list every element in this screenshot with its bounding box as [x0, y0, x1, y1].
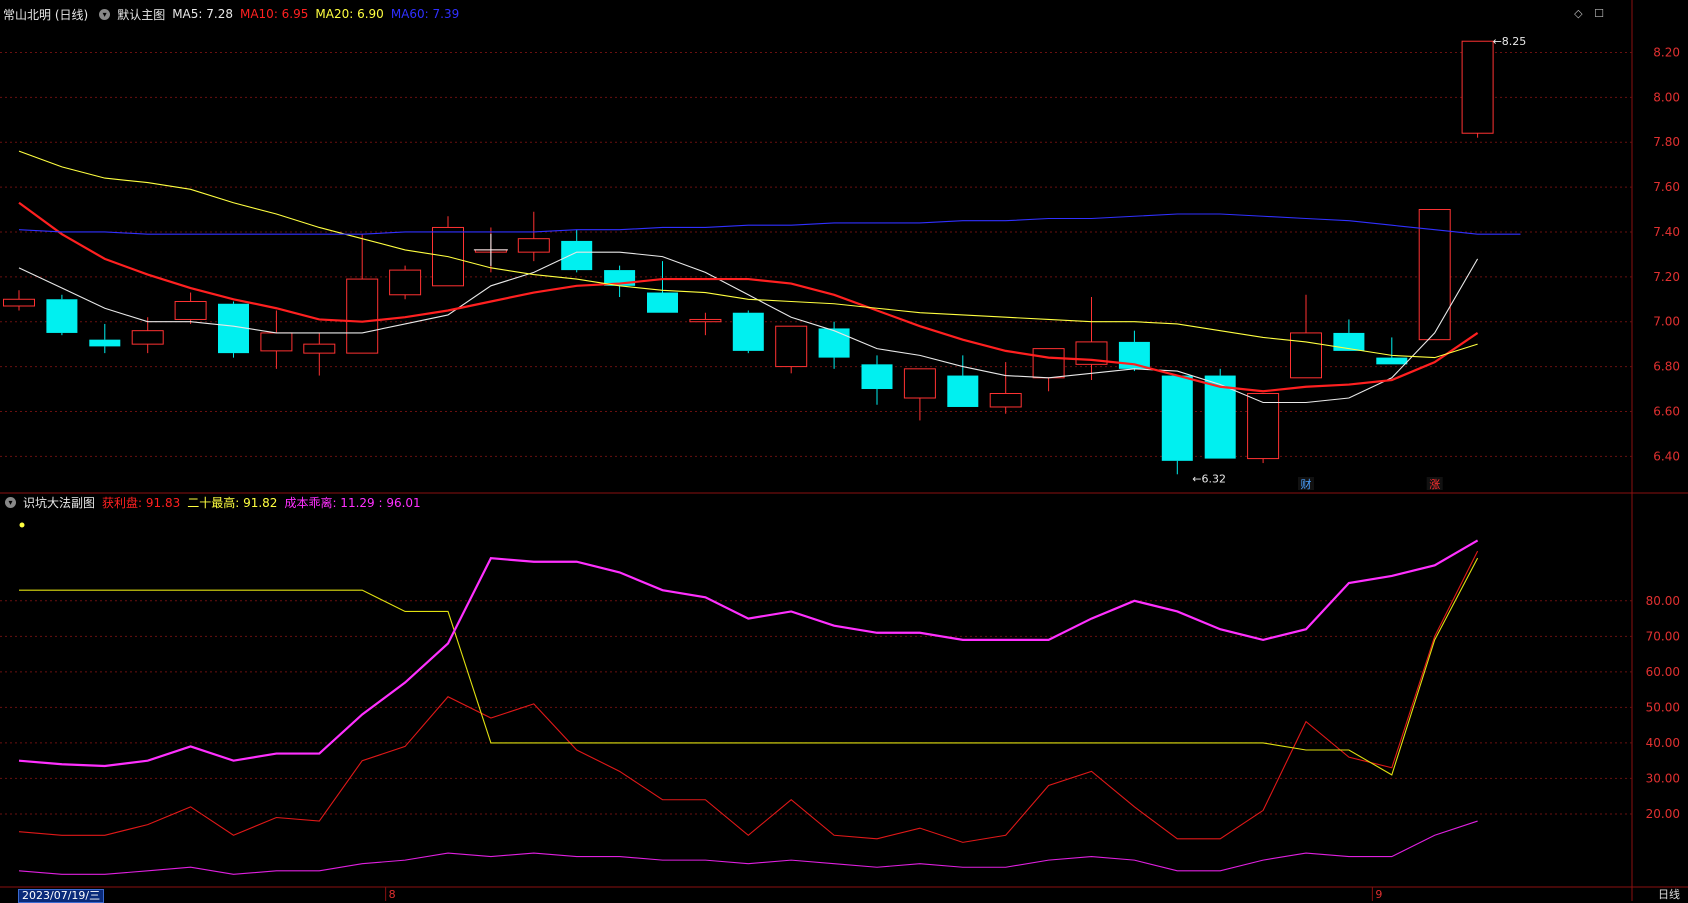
chevron-down-icon[interactable]: ▾ [5, 496, 16, 508]
chart-stage: 6.40 6.60 6.80 7.00 7.20 7.40 7.60 7.80 8.00 8.20… [0, 0, 1688, 903]
candle-body [1161, 375, 1193, 461]
candle-body [775, 325, 808, 368]
signal-dot [19, 522, 25, 528]
event-tag: 涨 [1429, 478, 1440, 491]
cost-deviation-legend: 成本乖离: 11.29 : 96.01 [284, 495, 421, 510]
y-tick-label: 70.00 [1646, 629, 1680, 643]
candle-body [561, 240, 593, 271]
window-controls: ◇ ☐ [1574, 7, 1604, 20]
candle-body [903, 368, 936, 399]
candle-body [947, 375, 979, 407]
stock-title[interactable]: 常山北明 (日线) [3, 6, 88, 23]
candle-body [861, 364, 893, 390]
candle-body [647, 292, 678, 313]
month-label: 8 [389, 888, 396, 901]
candle-body [1247, 393, 1280, 460]
ma5-legend: MA5: 7.28 [172, 7, 233, 21]
indicator-line [18, 550, 1479, 843]
y-tick-label: 7.00 [1653, 315, 1680, 329]
y-tick-label: 7.40 [1653, 225, 1680, 239]
y-tick-label: 6.40 [1653, 449, 1680, 463]
period-label[interactable]: 日线 [1658, 889, 1680, 901]
high-price-label: ←8.25 [1493, 35, 1527, 48]
y-tick-label: 6.60 [1653, 404, 1680, 418]
y-tick-label: 7.60 [1653, 180, 1680, 194]
main-chart-header: 常山北明 (日线) ▾ 默认主图 MA5: 7.28 MA10: 6.95 MA… [0, 5, 466, 23]
maximize-icon[interactable]: ☐ [1594, 7, 1604, 20]
indicator-name[interactable]: 识坑大法副图 [23, 494, 95, 511]
candle-body [732, 312, 764, 351]
profit-legend: 获利盘: 91.83 [102, 495, 181, 510]
y-tick-label: 6.80 [1653, 360, 1680, 374]
candle-body [818, 328, 850, 358]
candle-body [260, 332, 293, 352]
month-label: 9 [1375, 888, 1382, 901]
y-tick-label: 80.00 [1646, 594, 1680, 608]
ma20-legend: MA20: 6.90 [315, 7, 384, 21]
y-tick-label: 8.00 [1653, 90, 1680, 104]
sub-chart-header: ▾ 识坑大法副图 获利盘: 91.83 二十最高: 91.82 成本乖离: 11… [0, 493, 428, 511]
candle-body [174, 301, 207, 320]
candle-body [1290, 332, 1322, 379]
candle-body [1032, 348, 1065, 379]
candle-body [303, 343, 336, 354]
candle-body [346, 278, 379, 354]
y-tick-label: 7.80 [1653, 135, 1680, 149]
ma-line-ma10 [18, 201, 1479, 393]
candle-body [1461, 40, 1494, 134]
indicator-line [18, 539, 1479, 768]
template-name[interactable]: 默认主图 [117, 6, 165, 23]
candle-body [689, 318, 722, 323]
low-price-label: ←6.32 [1192, 472, 1226, 485]
chevron-down-icon[interactable]: ▾ [99, 8, 111, 20]
candle-body [989, 393, 1022, 408]
candle-body [1376, 357, 1408, 365]
y-tick-label: 8.20 [1653, 45, 1680, 59]
ma-line-ma60 [18, 213, 1521, 235]
candle-body [517, 238, 550, 253]
candle-body [46, 299, 78, 333]
indicator-line [18, 820, 1478, 875]
twenty-high-legend: 二十最高: 91.82 [187, 495, 278, 510]
candle-body [3, 298, 35, 307]
y-tick-label: 30.00 [1646, 771, 1680, 785]
y-tick-label: 50.00 [1646, 700, 1680, 714]
y-tick-label: 60.00 [1646, 665, 1680, 679]
ma10-legend: MA10: 6.95 [239, 7, 309, 21]
ma60-legend: MA60: 7.39 [390, 7, 460, 21]
y-tick-label: 40.00 [1646, 736, 1680, 750]
candle-body [389, 269, 422, 296]
chart-svg[interactable]: 6.40 6.60 6.80 7.00 7.20 7.40 7.60 7.80 8.00 8.20… [0, 0, 1688, 901]
event-tag: 财 [1301, 477, 1312, 491]
candle-body [131, 330, 164, 345]
indicator-line [19, 557, 1479, 776]
candle-body [89, 339, 121, 347]
y-tick-label: 7.20 [1653, 270, 1680, 284]
diamond-icon[interactable]: ◇ [1574, 7, 1582, 20]
y-tick-label: 20.00 [1646, 807, 1680, 821]
